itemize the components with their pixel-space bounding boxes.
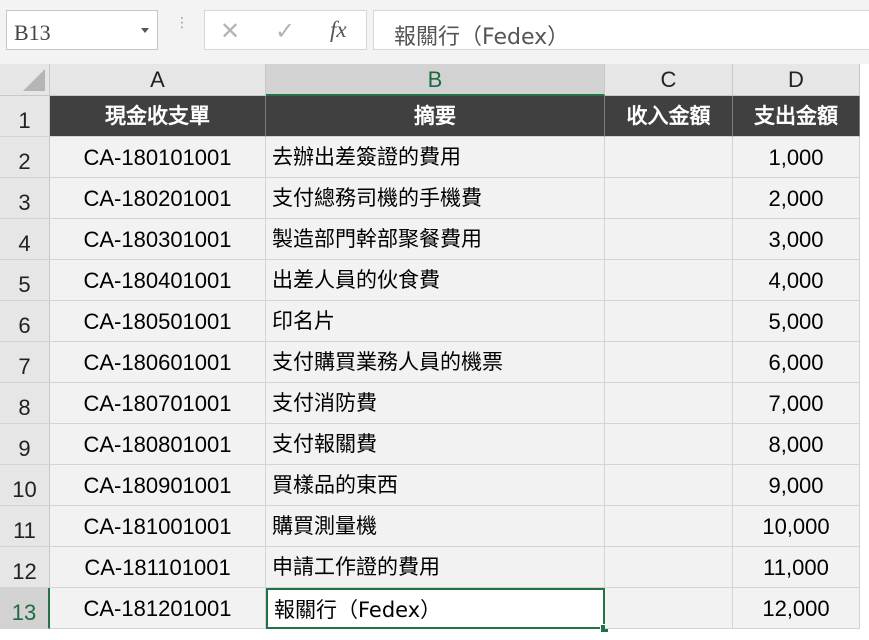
row-header-10[interactable]: 10 <box>0 465 50 506</box>
row-header-8[interactable]: 8 <box>0 383 50 424</box>
table-cell[interactable]: 8,000 <box>733 424 860 465</box>
table-cell[interactable]: 申請工作證的費用 <box>266 547 605 588</box>
row-header-1[interactable]: 1 <box>0 96 50 137</box>
name-box[interactable]: B13 <box>6 10 158 50</box>
formula-bar: B13 ⋮ ✕ ✓ fx 報關行（Fedex） <box>0 0 869 64</box>
table-cell[interactable]: 12,000 <box>733 588 860 629</box>
row-header-5[interactable]: 5 <box>0 260 50 301</box>
table-cell[interactable] <box>605 506 733 547</box>
table-cell[interactable]: 10,000 <box>733 506 860 547</box>
table-cell[interactable]: CA-180901001 <box>50 465 266 506</box>
table-cell[interactable]: CA-180301001 <box>50 219 266 260</box>
row-header-2[interactable]: 2 <box>0 137 50 178</box>
table-cell[interactable]: CA-181201001 <box>50 588 266 629</box>
table-cell[interactable]: 11,000 <box>733 547 860 588</box>
select-all-icon[interactable] <box>23 69 45 91</box>
name-box-value[interactable]: B13 <box>14 20 51 46</box>
table-cell[interactable]: 3,000 <box>733 219 860 260</box>
table-cell[interactable]: 2,000 <box>733 178 860 219</box>
row-header-6[interactable]: 6 <box>0 301 50 342</box>
table-cell[interactable]: CA-180501001 <box>50 301 266 342</box>
table-cell[interactable]: 去辦出差簽證的費用 <box>266 137 605 178</box>
row-header-12[interactable]: 12 <box>0 547 50 588</box>
column-header-b[interactable]: B <box>266 64 605 96</box>
enter-icon[interactable]: ✓ <box>275 17 295 46</box>
select-all-button[interactable] <box>0 64 50 96</box>
table-cell[interactable]: 1,000 <box>733 137 860 178</box>
table-cell[interactable]: 6,000 <box>733 342 860 383</box>
cancel-icon[interactable]: ✕ <box>220 17 240 46</box>
chevron-down-icon[interactable] <box>141 28 149 33</box>
table-cell[interactable] <box>605 178 733 219</box>
column-header-a[interactable]: A <box>50 64 266 96</box>
row-header-11[interactable]: 11 <box>0 506 50 547</box>
table-cell[interactable] <box>605 383 733 424</box>
table-cell[interactable]: CA-180701001 <box>50 383 266 424</box>
table-cell[interactable] <box>605 424 733 465</box>
table-cell[interactable]: CA-180101001 <box>50 137 266 178</box>
table-cell[interactable]: CA-180201001 <box>50 178 266 219</box>
header-cell-b[interactable]: 摘要 <box>266 96 605 137</box>
formula-buttons: ✕ ✓ fx <box>204 10 367 50</box>
row-header-9[interactable]: 9 <box>0 424 50 465</box>
row-header-13[interactable]: 13 <box>0 588 50 629</box>
table-cell[interactable]: 支付總務司機的手機費 <box>266 178 605 219</box>
table-cell[interactable]: 支付報關費 <box>266 424 605 465</box>
row-header-3[interactable]: 3 <box>0 178 50 219</box>
table-cell[interactable]: 買樣品的東西 <box>266 465 605 506</box>
table-cell[interactable] <box>605 219 733 260</box>
table-cell[interactable]: 支付購買業務人員的機票 <box>266 342 605 383</box>
table-cell[interactable]: CA-180601001 <box>50 342 266 383</box>
active-cell[interactable]: 報關行（Fedex） <box>266 588 605 629</box>
table-cell[interactable]: CA-181101001 <box>50 547 266 588</box>
table-cell[interactable]: 購買測量機 <box>266 506 605 547</box>
insert-function-icon[interactable]: fx <box>330 17 347 43</box>
header-cell-c[interactable]: 收入金額 <box>605 96 733 137</box>
table-cell[interactable]: CA-180801001 <box>50 424 266 465</box>
worksheet-grid: ABCD 1 2 3 4 5 6 7 8 9 10 11 12 13 現金收支單 摘要 收入金額 支出金額 CA… <box>0 64 869 640</box>
table-cell[interactable] <box>605 547 733 588</box>
table-cell[interactable] <box>605 588 733 629</box>
formula-input[interactable]: 報關行（Fedex） <box>373 10 869 50</box>
table-cell[interactable]: CA-181001001 <box>50 506 266 547</box>
table-cell[interactable]: 7,000 <box>733 383 860 424</box>
formula-text[interactable]: 報關行（Fedex） <box>394 19 569 51</box>
row-header-4[interactable]: 4 <box>0 219 50 260</box>
header-cell-d[interactable]: 支出金額 <box>733 96 860 137</box>
column-header-d[interactable]: D <box>733 64 860 96</box>
table-cell[interactable]: 9,000 <box>733 465 860 506</box>
table-cell[interactable]: 出差人員的伙食費 <box>266 260 605 301</box>
table-cell[interactable]: CA-180401001 <box>50 260 266 301</box>
table-cell[interactable] <box>605 465 733 506</box>
table-cell[interactable]: 4,000 <box>733 260 860 301</box>
drag-handle-icon[interactable]: ⋮ <box>175 15 189 41</box>
table-cell[interactable] <box>605 260 733 301</box>
table-cell[interactable]: 支付消防費 <box>266 383 605 424</box>
table-cell[interactable]: 印名片 <box>266 301 605 342</box>
row-header-7[interactable]: 7 <box>0 342 50 383</box>
header-cell-a[interactable]: 現金收支單 <box>50 96 266 137</box>
table-cell[interactable] <box>605 301 733 342</box>
table-cell[interactable] <box>605 342 733 383</box>
table-cell[interactable]: 製造部門幹部聚餐費用 <box>266 219 605 260</box>
column-header-c[interactable]: C <box>605 64 733 96</box>
table-cell[interactable]: 5,000 <box>733 301 860 342</box>
table-cell[interactable] <box>605 137 733 178</box>
